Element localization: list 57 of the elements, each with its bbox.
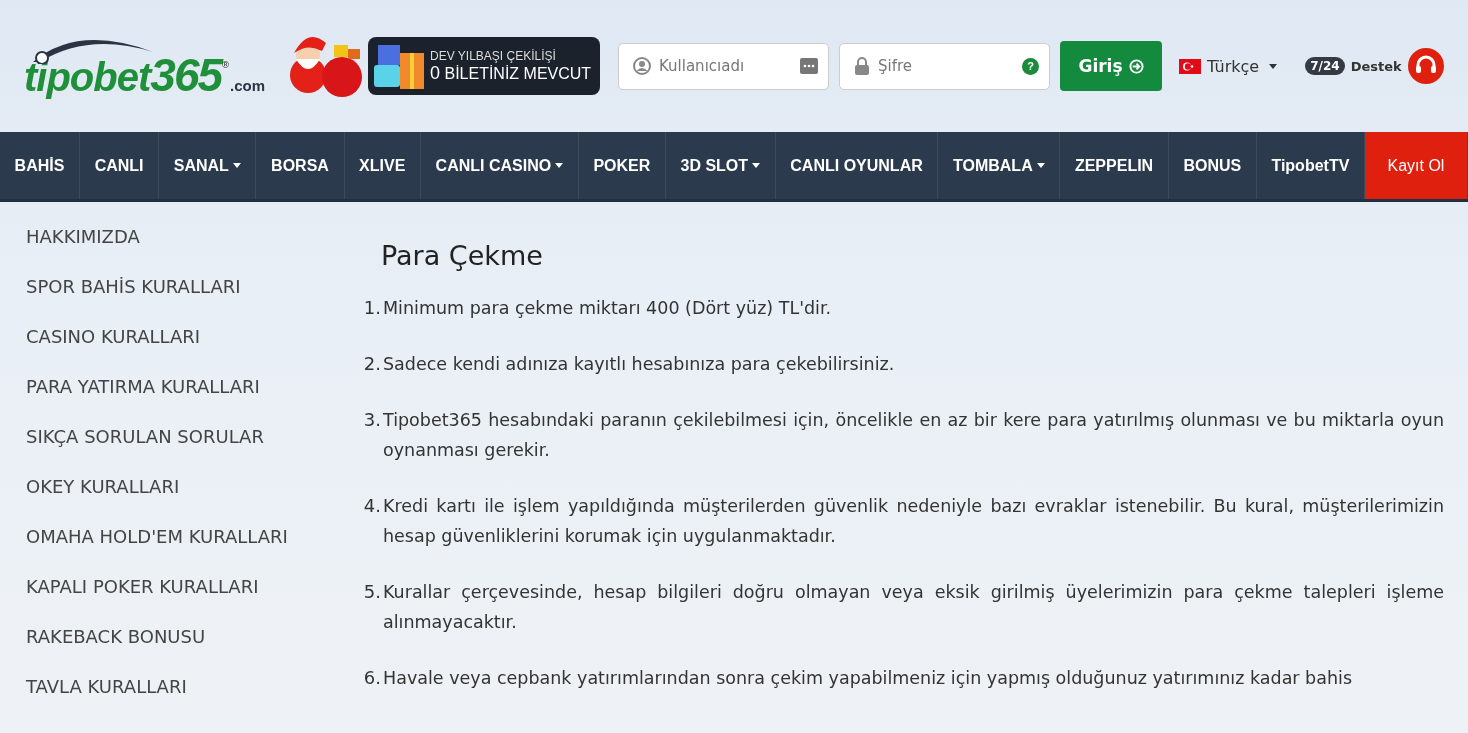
- list-number: 6.: [362, 666, 382, 690]
- language-selector[interactable]: Türkçe: [1179, 56, 1278, 76]
- password-help-button[interactable]: ?: [1022, 57, 1039, 75]
- ticket-count: 0 BİLETİNİZ MEVCUT: [430, 62, 592, 84]
- rule-text: Sadece kendi adınıza kayıtlı hesabınıza para çekebilirsiniz.: [383, 353, 896, 376]
- sidebar-link[interactable]: SIKÇA SORULAN SORULAR: [26, 422, 335, 472]
- nav-link[interactable]: TOMBALA: [938, 132, 1061, 199]
- raffle-title: DEV YILBAŞI ÇEKİLİŞİ: [430, 48, 557, 63]
- list-number: 5.: [362, 580, 382, 604]
- headset-icon[interactable]: [1407, 48, 1444, 84]
- list-number: 2.: [362, 352, 382, 376]
- rule-text: Kurallar çerçevesinde, hesap bilgileri doğru olmayan veya eksik girilmiş üyelerimizin para çekme talepleri işleme alınmayacaktır.: [383, 581, 1444, 634]
- page-title: Para Çekme: [381, 240, 544, 271]
- turkey-flag-icon: [1179, 58, 1201, 74]
- username-field[interactable]: Kullanıcıadı: [657, 56, 794, 76]
- rule-text: Tipobet365 hesabındaki paranın çekilebilmesi için, öncelikle en az bir kere para yatırılmış olunması ve bu miktarla oyun oynanması gerekir.: [383, 409, 1444, 462]
- sidebar-link[interactable]: CASINO KURALLARI: [26, 322, 335, 372]
- arrow-circle-icon: [1128, 58, 1144, 74]
- register-button[interactable]: Kayıt Ol: [1364, 132, 1468, 199]
- nav-link[interactable]: TipobetTV: [1256, 132, 1365, 199]
- list-number: 1.: [362, 296, 382, 320]
- lock-icon: [854, 57, 870, 75]
- nav-link[interactable]: CANLI OYUNLAR: [775, 132, 939, 199]
- site-logo[interactable]: tipobet365® .com: [24, 30, 286, 102]
- nav-link[interactable]: CANLI: [80, 132, 160, 199]
- nav-link[interactable]: ZEPPELIN: [1060, 132, 1169, 199]
- nav-link[interactable]: SANAL: [159, 132, 257, 199]
- nav-link[interactable]: BAHİS: [0, 132, 80, 199]
- rule-text: Havale veya cepbank yatırımlarından sonra çekim yapabilmeniz için yapmış olduğunuz yatırımınız kadar bahis: [383, 667, 1353, 690]
- nav-link[interactable]: 3D SLOT: [665, 132, 776, 199]
- list-number: 3.: [362, 408, 382, 432]
- password-field[interactable]: Şifre ?: [839, 42, 1050, 90]
- sidebar-link[interactable]: TAVLA KURALLARI: [26, 672, 335, 722]
- sidebar-link[interactable]: SPOR BAHİS KURALLARI: [26, 272, 335, 322]
- nav-link[interactable]: POKER: [578, 132, 666, 199]
- sidebar-link[interactable]: RAKEBACK BONUSU: [26, 622, 335, 672]
- support-label[interactable]: Destek: [1350, 58, 1402, 74]
- nav-link[interactable]: CANLI CASINO: [420, 132, 579, 199]
- username-field[interactable]: Kullanıcıadı: [618, 42, 829, 90]
- sidebar-link[interactable]: PARA YATIRMA KURALLARI: [26, 372, 335, 422]
- nav-link[interactable]: BONUS: [1168, 132, 1257, 199]
- password-field[interactable]: Şifre: [876, 56, 1016, 76]
- raffle-banner[interactable]: DEV YILBAŞI ÇEKİLİŞİ 0 BİLETİNİZ MEVCUT: [368, 37, 600, 95]
- rule-text: Kredi kartı ile işlem yapıldığında müşterilerden güvenlik nedeniyle bazı evraklar istenebilir. Bu kural, müşterilerimizin hesap güvenliklerini korumak için uygulanmaktadır.: [383, 495, 1444, 548]
- nav-link[interactable]: BORSA: [256, 132, 345, 199]
- caret-icon: [1269, 63, 1278, 69]
- hours-badge: 7/24: [1305, 57, 1345, 75]
- login-button[interactable]: Giriş: [1060, 41, 1162, 91]
- list-number: 4.: [362, 494, 382, 518]
- user-icon: [633, 57, 651, 75]
- sidebar-link[interactable]: KAPALI POKER KURALLARI: [26, 572, 335, 622]
- password-manager-icon[interactable]: [800, 58, 818, 74]
- rule-text: Minimum para çekme miktarı 400 (Dört yüz) TL'dir.: [383, 297, 833, 320]
- sidebar-link[interactable]: OMAHA HOLD'EM KURALLARI: [26, 522, 335, 572]
- sidebar-link[interactable]: OKEY KURALLARI: [26, 472, 335, 522]
- sidebar-link[interactable]: HAKKIMIZDA: [26, 222, 335, 272]
- nav-link[interactable]: XLIVE: [344, 132, 421, 199]
